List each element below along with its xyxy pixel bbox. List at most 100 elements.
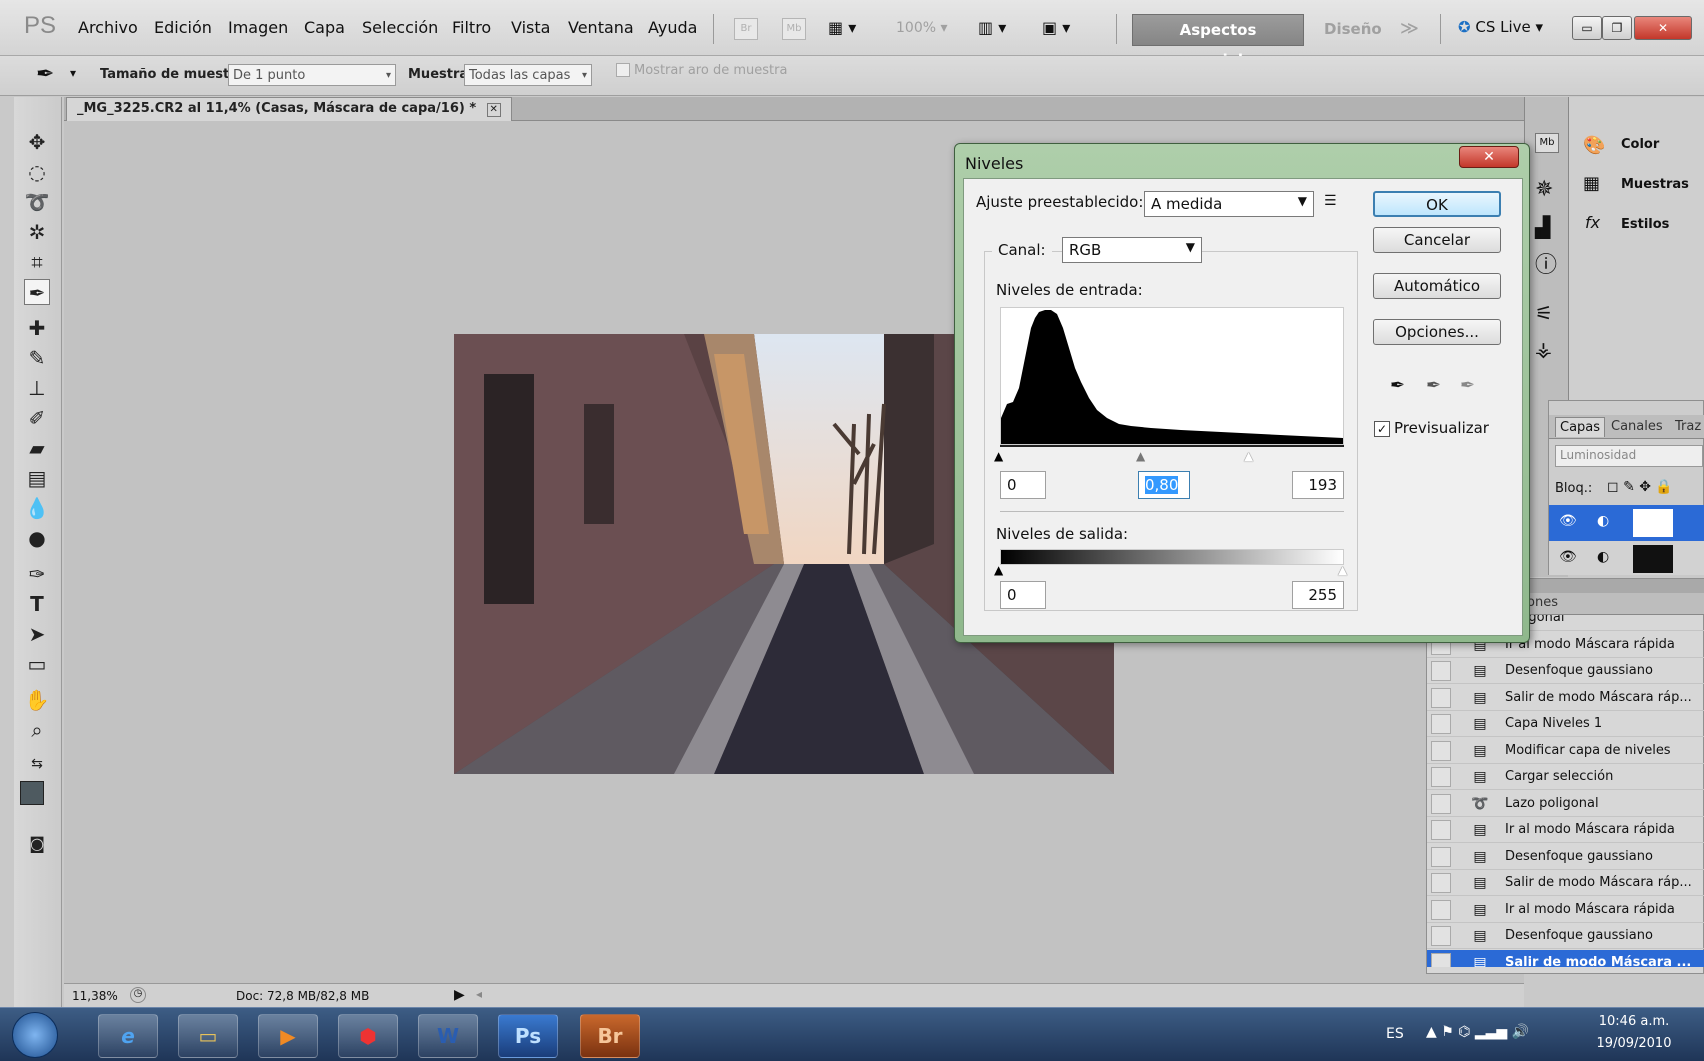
history-item[interactable]: ▤ Capa Niveles 1 bbox=[1427, 711, 1704, 737]
arrange-documents-icon[interactable]: ▥ ▾ bbox=[978, 18, 1006, 37]
minimize-button[interactable]: ▭ bbox=[1572, 16, 1602, 40]
blend-mode-dropdown[interactable]: Luminosidad bbox=[1555, 445, 1703, 467]
clone-stamp-tool-icon[interactable]: ⊥ bbox=[24, 375, 50, 401]
pen-tool-icon[interactable]: ✑ bbox=[24, 561, 50, 587]
navigator-icon[interactable]: ✵ bbox=[1535, 177, 1553, 202]
workspace-design-button[interactable]: Diseño bbox=[1324, 20, 1382, 38]
tab-capas[interactable]: Capas bbox=[1555, 417, 1606, 437]
auto-button[interactable]: Automático bbox=[1373, 273, 1501, 299]
crop-tool-icon[interactable]: ⌗ bbox=[24, 249, 50, 275]
history-snapshot-checkbox[interactable] bbox=[1431, 767, 1451, 787]
acrobat-icon[interactable]: ⬢ bbox=[338, 1014, 398, 1058]
document-tab[interactable]: _MG_3225.CR2 al 11,4% (Casas, Máscara de… bbox=[66, 97, 512, 121]
ok-button[interactable]: OK bbox=[1373, 191, 1501, 217]
info-icon[interactable]: ⓘ bbox=[1535, 247, 1557, 279]
output-black-field[interactable]: 0 bbox=[1000, 581, 1046, 609]
layer-mask-thumbnail[interactable] bbox=[1633, 509, 1673, 537]
menu-ventana[interactable]: Ventana bbox=[568, 18, 634, 37]
status-menu-arrow-icon[interactable]: ▶ bbox=[454, 987, 465, 1003]
clock-time[interactable]: 10:46 a.m. bbox=[1594, 1014, 1674, 1029]
quick-mask-icon[interactable]: ◙ bbox=[24, 831, 50, 857]
eraser-tool-icon[interactable]: ▰ bbox=[24, 435, 50, 461]
blur-tool-icon[interactable]: 💧 bbox=[24, 495, 50, 521]
healing-brush-tool-icon[interactable]: ✚ bbox=[24, 315, 50, 341]
history-snapshot-checkbox[interactable] bbox=[1431, 899, 1451, 920]
zoom-tool-icon[interactable]: ⌕ bbox=[24, 717, 50, 743]
sample-size-dropdown[interactable]: De 1 punto ▾ bbox=[228, 64, 396, 86]
tab-trazados[interactable]: Traz bbox=[1675, 419, 1701, 434]
history-item[interactable]: ▤ Salir de modo Máscara ráp... bbox=[1427, 870, 1704, 896]
show-ring-checkbox[interactable] bbox=[616, 63, 630, 77]
lock-icons[interactable]: ◻ ✎ ✥ 🔒 bbox=[1607, 479, 1673, 495]
tray-icons[interactable]: ▲ ⚑ ⌬ ▂▃▅ 🔊 bbox=[1426, 1024, 1529, 1040]
history-snapshot-checkbox[interactable] bbox=[1431, 820, 1451, 840]
status-clock-icon[interactable]: ◷ bbox=[130, 987, 146, 1003]
brush-tool-icon[interactable]: ✎ bbox=[24, 345, 50, 371]
color-panel-button[interactable]: Color bbox=[1621, 137, 1659, 152]
history-snapshot-checkbox[interactable] bbox=[1431, 873, 1451, 893]
swatches-panel-button[interactable]: Muestras bbox=[1621, 177, 1689, 192]
white-point-eyedropper-icon[interactable]: ✒ bbox=[1460, 375, 1475, 396]
mini-bridge-button[interactable]: Mb bbox=[782, 18, 806, 40]
history-brush-tool-icon[interactable]: ✐ bbox=[24, 405, 50, 431]
menu-edicion[interactable]: Edición bbox=[154, 18, 212, 37]
zoom-status[interactable]: 11,38% bbox=[72, 989, 118, 1003]
bridge-button[interactable]: Br bbox=[734, 18, 758, 40]
menu-filtro[interactable]: Filtro bbox=[452, 18, 491, 37]
preset-dropdown[interactable]: A medida ▼ bbox=[1144, 191, 1314, 217]
input-black-field[interactable]: 0 bbox=[1000, 471, 1046, 499]
hand-tool-icon[interactable]: ✋ bbox=[24, 687, 50, 713]
history-item[interactable]: ▤ Desenfoque gaussiano bbox=[1427, 923, 1704, 949]
mini-bridge-icon[interactable]: Mb bbox=[1535, 133, 1559, 153]
output-black-slider[interactable]: ▲ bbox=[994, 563, 1003, 577]
history-item[interactable]: ▤ Ir al modo Máscara rápida bbox=[1427, 817, 1704, 843]
adjustments-icon[interactable]: ⚟ bbox=[1535, 301, 1553, 325]
layer-row[interactable]: 👁 ◐ bbox=[1549, 541, 1704, 575]
menu-imagen[interactable]: Imagen bbox=[228, 18, 288, 37]
word-icon[interactable]: W bbox=[418, 1014, 478, 1058]
history-snapshot-checkbox[interactable] bbox=[1431, 714, 1451, 734]
eyedropper-tool-preset-icon[interactable]: ✒ bbox=[36, 62, 54, 87]
styles-panel-button[interactable]: Estilos bbox=[1621, 217, 1669, 232]
history-item[interactable]: ▤ Desenfoque gaussiano bbox=[1427, 658, 1704, 684]
restore-button[interactable]: ❐ bbox=[1602, 16, 1632, 40]
preview-checkbox[interactable]: ✓ bbox=[1374, 421, 1390, 437]
input-white-slider[interactable]: ▲ bbox=[1244, 449, 1253, 463]
black-point-eyedropper-icon[interactable]: ✒ bbox=[1390, 375, 1405, 396]
menu-capa[interactable]: Capa bbox=[304, 18, 345, 37]
view-extras-icon[interactable]: ▦ ▾ bbox=[828, 18, 856, 37]
language-indicator[interactable]: ES bbox=[1386, 1026, 1404, 1042]
cs-live-dropdown[interactable]: ✪ CS Live ▾ bbox=[1458, 18, 1543, 36]
menu-ayuda[interactable]: Ayuda bbox=[648, 18, 697, 37]
tool-preset-dropdown-icon[interactable]: ▾ bbox=[70, 66, 76, 80]
photoshop-taskbar-button[interactable]: Ps bbox=[498, 1014, 558, 1058]
options-button[interactable]: Opciones... bbox=[1373, 319, 1501, 345]
quick-selection-tool-icon[interactable]: ✲ bbox=[24, 219, 50, 245]
channel-dropdown[interactable]: RGB ▼ bbox=[1062, 237, 1202, 263]
move-tool-icon[interactable]: ✥ bbox=[24, 129, 50, 155]
close-window-button[interactable]: ✕ bbox=[1634, 16, 1692, 40]
close-icon[interactable]: ✕ bbox=[486, 103, 501, 117]
history-item[interactable]: ▤ Cargar selección bbox=[1427, 764, 1704, 790]
history-snapshot-checkbox[interactable] bbox=[1431, 687, 1451, 708]
input-gamma-slider[interactable]: ▲ bbox=[1136, 449, 1145, 463]
input-white-field[interactable]: 193 bbox=[1292, 471, 1344, 499]
tab-history[interactable]: ones bbox=[1527, 595, 1558, 610]
eye-icon[interactable]: 👁 bbox=[1559, 513, 1577, 529]
masks-icon[interactable]: ⚶ bbox=[1535, 337, 1552, 361]
menu-vista[interactable]: Vista bbox=[511, 18, 550, 37]
input-black-slider[interactable]: ▲ bbox=[994, 449, 1003, 463]
history-snapshot-checkbox[interactable] bbox=[1431, 661, 1451, 681]
history-snapshot-checkbox[interactable] bbox=[1431, 926, 1451, 946]
file-explorer-icon[interactable]: ▭ bbox=[178, 1014, 238, 1058]
history-snapshot-checkbox[interactable] bbox=[1431, 793, 1451, 814]
cancel-button[interactable]: Cancelar bbox=[1373, 227, 1501, 253]
history-snapshot-checkbox[interactable] bbox=[1431, 952, 1451, 967]
menu-archivo[interactable]: Archivo bbox=[78, 18, 138, 37]
foreground-color-swatch[interactable] bbox=[20, 781, 44, 805]
dodge-tool-icon[interactable]: ● bbox=[24, 525, 50, 551]
swap-colors-icon[interactable]: ⇆ bbox=[24, 751, 50, 777]
bridge-taskbar-button[interactable]: Br bbox=[580, 1014, 640, 1058]
history-snapshot-checkbox[interactable] bbox=[1431, 740, 1451, 761]
history-item[interactable]: ▤ Salir de modo Máscara ... bbox=[1427, 949, 1704, 967]
